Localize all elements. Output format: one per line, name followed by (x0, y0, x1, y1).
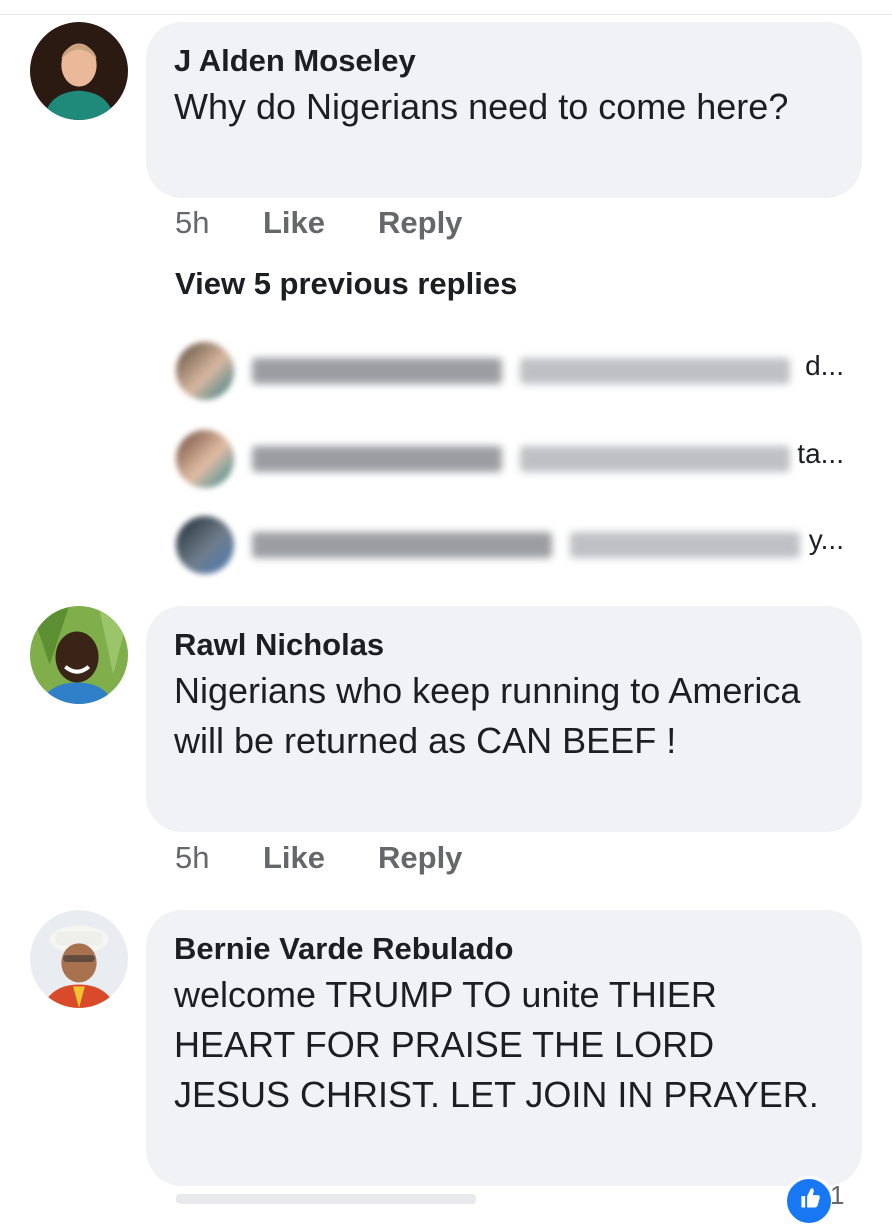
comment-timestamp[interactable]: 5h (175, 205, 209, 241)
like-button[interactable]: Like (263, 205, 325, 241)
reply-preview-text: d... (805, 350, 844, 381)
blurred-reply[interactable]: ta... (160, 424, 850, 494)
blurred-text (570, 532, 800, 558)
like-reaction-badge[interactable] (784, 1176, 834, 1226)
top-divider (0, 14, 892, 15)
reply-preview-text: ta... (797, 438, 844, 469)
comment-text: welcome TRUMP TO unite THIER HEART FOR P… (174, 974, 819, 1115)
comment-bubble: J Alden Moseley Why do Nigerians need to… (146, 22, 862, 198)
reply-button[interactable]: Reply (378, 205, 462, 241)
blurred-text (520, 446, 790, 472)
reply-button[interactable]: Reply (378, 840, 462, 876)
avatar (176, 430, 234, 488)
like-button[interactable]: Like (263, 840, 325, 876)
blurred-name (252, 358, 502, 384)
comment-bubble: Rawl Nicholas Nigerians who keep running… (146, 606, 862, 832)
blurred-reply[interactable]: d... (160, 336, 850, 406)
comment-timestamp[interactable]: 5h (175, 840, 209, 876)
comment-author[interactable]: Rawl Nicholas (174, 626, 834, 664)
avatar[interactable] (30, 606, 128, 704)
profile-photo-icon (30, 606, 128, 704)
avatar[interactable] (30, 22, 128, 120)
comment-text: Nigerians who keep running to America wi… (174, 670, 801, 761)
comment-text: Why do Nigerians need to come here? (174, 86, 789, 127)
next-comment-partial (176, 1194, 476, 1204)
profile-photo-icon (30, 910, 128, 1008)
comment-author[interactable]: J Alden Moseley (174, 42, 834, 80)
blurred-name (252, 532, 552, 558)
blurred-text (520, 358, 790, 384)
profile-photo-icon (30, 22, 128, 120)
view-previous-replies-link[interactable]: View 5 previous replies (175, 266, 517, 302)
avatar (176, 342, 234, 400)
comment-bubble: Bernie Varde Rebulado welcome TRUMP TO u… (146, 910, 862, 1186)
reply-preview-text: y... (808, 524, 844, 555)
reaction-count[interactable]: 1 (830, 1180, 844, 1211)
comment-author[interactable]: Bernie Varde Rebulado (174, 930, 834, 968)
blurred-name (252, 446, 502, 472)
avatar[interactable] (30, 910, 128, 1008)
avatar (176, 516, 234, 574)
like-icon (801, 1188, 820, 1208)
blurred-reply[interactable]: y... (160, 510, 850, 580)
